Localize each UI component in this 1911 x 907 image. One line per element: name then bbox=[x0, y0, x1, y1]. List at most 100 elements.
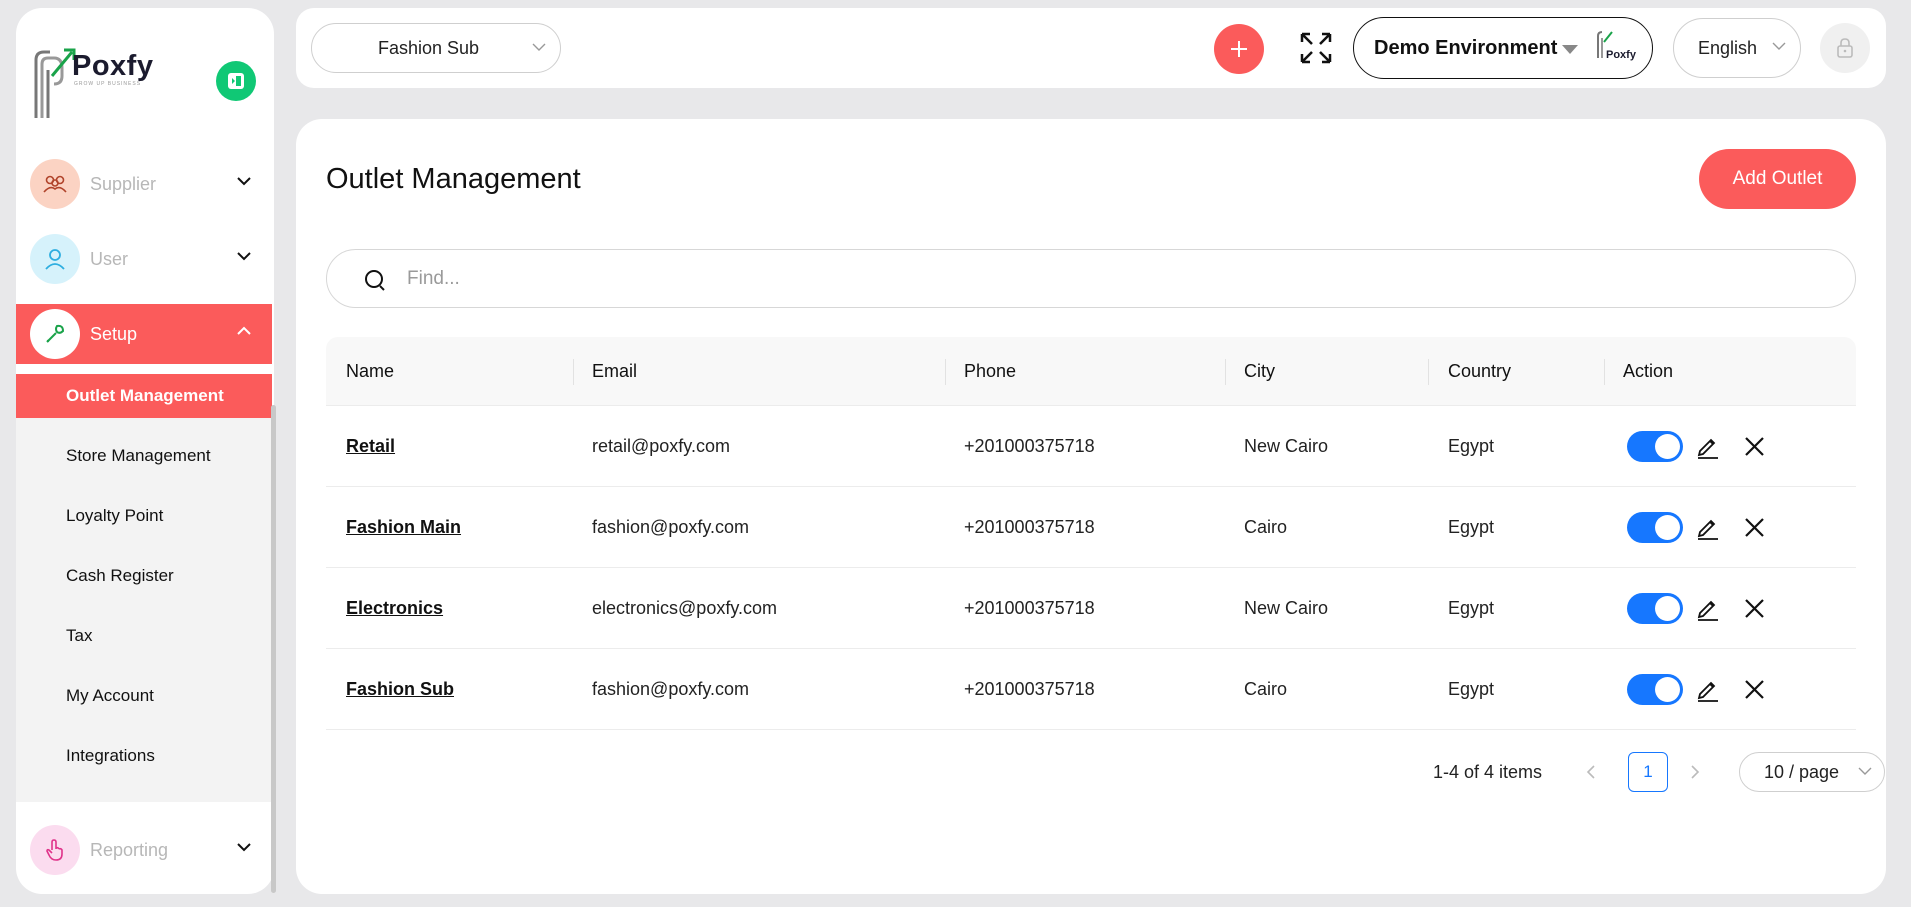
toggle-knob bbox=[1655, 677, 1680, 702]
page-number-button[interactable]: 1 bbox=[1628, 752, 1668, 792]
outlet-status-toggle[interactable] bbox=[1627, 512, 1683, 543]
toggle-knob bbox=[1655, 596, 1680, 621]
store-select[interactable]: Fashion Sub bbox=[311, 23, 561, 73]
outlet-phone: +201000375718 bbox=[964, 598, 1095, 618]
lock-icon bbox=[1837, 38, 1853, 58]
environment-logo-text: Poxfy bbox=[1606, 49, 1636, 61]
outlet-name-link[interactable]: Electronics bbox=[346, 568, 443, 649]
page-size-value: 10 / page bbox=[1764, 761, 1840, 782]
column-header-action: Action bbox=[1623, 361, 1674, 381]
outlet-status-toggle[interactable] bbox=[1627, 593, 1683, 624]
setup-submenu: Outlet Management Store Management Loyal… bbox=[16, 374, 272, 802]
environment-logo: Poxfy bbox=[1597, 31, 1636, 61]
outlet-city: New Cairo bbox=[1244, 436, 1329, 456]
sidebar-subitem-cash-register[interactable]: Cash Register bbox=[16, 554, 272, 598]
column-header-city[interactable]: City bbox=[1244, 337, 1275, 406]
sidebar-subitem-outlet-management[interactable]: Outlet Management bbox=[16, 374, 272, 418]
outlet-name-link[interactable]: Retail bbox=[346, 406, 395, 487]
chevron-left-icon[interactable] bbox=[1585, 764, 1597, 780]
table-row: Fashion Sub fashion@poxfy.com +201000375… bbox=[326, 649, 1856, 730]
outlet-status-toggle[interactable] bbox=[1627, 431, 1683, 462]
chevron-right-icon[interactable] bbox=[1689, 764, 1701, 780]
column-divider bbox=[573, 359, 574, 385]
column-divider bbox=[1428, 359, 1429, 385]
lock-button[interactable] bbox=[1820, 23, 1870, 73]
outlet-name-link[interactable]: Fashion Sub bbox=[346, 649, 454, 730]
collapse-sidebar-button[interactable] bbox=[216, 61, 256, 101]
chevron-down-icon bbox=[237, 252, 251, 261]
outlet-table: Name Email Phone City Country Action Ret… bbox=[326, 337, 1856, 730]
pagination-total: 1-4 of 4 items bbox=[1433, 762, 1543, 782]
edit-icon[interactable] bbox=[1695, 595, 1721, 621]
sidebar-item-user[interactable]: User bbox=[16, 229, 272, 289]
chevron-down-icon bbox=[237, 843, 251, 852]
quick-add-button[interactable] bbox=[1214, 24, 1264, 74]
pagination: 1-4 of 4 items 1 10 / page bbox=[1433, 752, 1893, 792]
sidebar-scrollbar[interactable] bbox=[271, 405, 276, 893]
page-size-select[interactable]: 10 / page bbox=[1739, 752, 1885, 792]
outlet-city: Cairo bbox=[1244, 679, 1288, 699]
search-icon bbox=[365, 270, 385, 291]
environment-value: Demo Environment bbox=[1374, 36, 1558, 59]
close-icon[interactable] bbox=[1742, 677, 1767, 702]
sidebar-item-label: Setup bbox=[90, 323, 138, 344]
add-outlet-button[interactable]: Add Outlet bbox=[1699, 149, 1856, 209]
outlet-email: fashion@poxfy.com bbox=[592, 517, 750, 537]
outlet-name-link[interactable]: Fashion Main bbox=[346, 487, 461, 568]
wrench-icon bbox=[30, 309, 80, 359]
sidebar-subitem-loyalty-point[interactable]: Loyalty Point bbox=[16, 494, 272, 538]
close-icon[interactable] bbox=[1742, 596, 1767, 621]
column-header-country[interactable]: Country bbox=[1448, 337, 1511, 406]
edit-icon[interactable] bbox=[1695, 433, 1721, 459]
user-icon bbox=[30, 234, 80, 284]
sidebar-subitem-my-account[interactable]: My Account bbox=[16, 674, 272, 718]
table-header: Name Email Phone City Country Action bbox=[326, 337, 1856, 406]
outlet-country: Egypt bbox=[1448, 517, 1495, 537]
sidebar-item-supplier[interactable]: Supplier bbox=[16, 154, 272, 214]
edit-icon[interactable] bbox=[1695, 514, 1721, 540]
sidebar-subitem-tax[interactable]: Tax bbox=[16, 614, 272, 658]
page-title: Outlet Management bbox=[326, 163, 581, 195]
brand-tagline: GROW UP BUSINESS bbox=[74, 81, 142, 87]
close-icon[interactable] bbox=[1742, 515, 1767, 540]
brand-name: Poxfy bbox=[72, 50, 154, 82]
outlet-phone: +201000375718 bbox=[964, 436, 1095, 456]
column-header-phone[interactable]: Phone bbox=[964, 337, 1016, 406]
hand-pointer-icon bbox=[30, 825, 80, 875]
sidebar-item-label: User bbox=[90, 248, 129, 269]
outlet-country: Egypt bbox=[1448, 598, 1495, 618]
outlet-phone: +201000375718 bbox=[964, 679, 1095, 699]
outlet-status-toggle[interactable] bbox=[1627, 674, 1683, 705]
sidebar-toggle-icon bbox=[228, 73, 244, 89]
sidebar-item-setup[interactable]: Setup bbox=[16, 304, 272, 364]
language-value: English bbox=[1698, 37, 1758, 58]
column-header-email[interactable]: Email bbox=[592, 337, 637, 406]
chevron-down-icon bbox=[1858, 767, 1872, 775]
language-select[interactable]: English bbox=[1673, 18, 1801, 78]
toggle-knob bbox=[1655, 434, 1680, 459]
search-input[interactable] bbox=[407, 262, 1807, 296]
outlet-country: Egypt bbox=[1448, 679, 1495, 699]
environment-select[interactable]: Demo Environment Poxfy bbox=[1353, 17, 1653, 79]
sidebar-item-reporting[interactable]: Reporting bbox=[16, 820, 272, 880]
edit-icon[interactable] bbox=[1695, 676, 1721, 702]
chevron-down-icon bbox=[1772, 42, 1786, 50]
fullscreen-icon[interactable] bbox=[1298, 30, 1334, 66]
outlet-phone: +201000375718 bbox=[964, 517, 1095, 537]
table-row: Retail retail@poxfy.com +201000375718 Ne… bbox=[326, 406, 1856, 487]
table-row: Fashion Main fashion@poxfy.com +20100037… bbox=[326, 487, 1856, 568]
sidebar-item-label: Supplier bbox=[90, 173, 157, 194]
column-header-name[interactable]: Name bbox=[346, 337, 394, 406]
chevron-down-icon bbox=[237, 177, 251, 186]
plus-icon bbox=[1231, 41, 1247, 57]
sidebar-subitem-integrations[interactable]: Integrations bbox=[16, 734, 272, 778]
close-icon[interactable] bbox=[1742, 434, 1767, 459]
outlet-email: retail@poxfy.com bbox=[592, 436, 730, 456]
column-divider bbox=[1604, 359, 1605, 385]
chevron-down-icon bbox=[532, 43, 546, 51]
store-select-value: Fashion Sub bbox=[378, 37, 480, 58]
top-bar: Fashion Sub Demo Environment Poxfy Engli… bbox=[296, 8, 1886, 88]
caret-down-icon bbox=[1562, 45, 1578, 54]
outlet-city: Cairo bbox=[1244, 517, 1288, 537]
sidebar-subitem-store-management[interactable]: Store Management bbox=[16, 434, 272, 478]
